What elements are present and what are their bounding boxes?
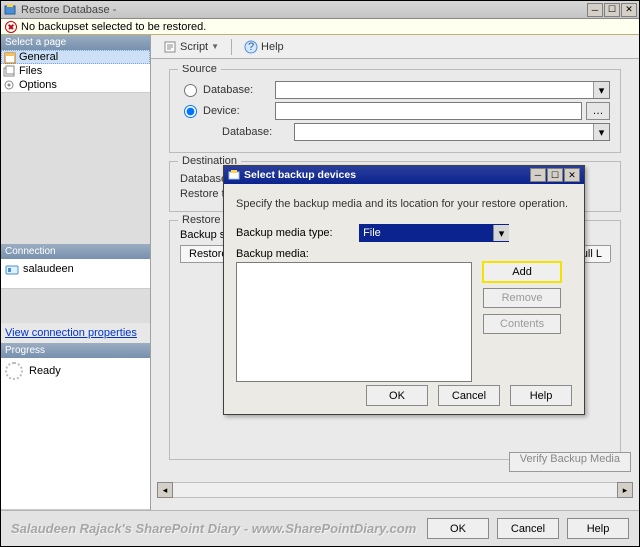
- dialog-titlebar: Select backup devices ─ ☐ ✕: [224, 166, 584, 184]
- help-icon: ?: [244, 40, 258, 54]
- watermark-text: Salaudeen Rajack's SharePoint Diary - ww…: [11, 521, 416, 536]
- app-icon: [3, 3, 17, 17]
- add-button[interactable]: Add: [483, 262, 561, 282]
- source-database-radio[interactable]: [184, 84, 197, 97]
- dialog-ok-button[interactable]: OK: [366, 385, 428, 406]
- chevron-down-icon: ▾: [493, 225, 509, 241]
- scroll-track[interactable]: [173, 482, 617, 498]
- dialog-description: Specify the backup media and its locatio…: [236, 198, 572, 210]
- scroll-right-button[interactable]: ▸: [617, 482, 633, 498]
- toolbar: Script ▼ ? Help: [151, 35, 639, 59]
- horizontal-scrollbar[interactable]: ◂ ▸: [157, 482, 633, 498]
- help-button[interactable]: Help: [567, 518, 629, 539]
- chevron-down-icon: ▼: [211, 42, 219, 51]
- sidebar-item-label: Options: [19, 79, 57, 91]
- backup-media-type-combo[interactable]: File ▾: [359, 224, 509, 242]
- script-button[interactable]: Script ▼: [157, 38, 225, 56]
- backup-media-type-value: File: [363, 227, 381, 239]
- progress-spinner-icon: [5, 362, 23, 380]
- chevron-down-icon: ▾: [593, 82, 609, 98]
- dialog-cancel-button[interactable]: Cancel: [438, 385, 500, 406]
- source-group: Source Database: ▾ Device: … Data: [169, 69, 621, 153]
- dialog-help-button[interactable]: Help: [510, 385, 572, 406]
- sidebar-header-select-page: Select a page: [1, 35, 150, 50]
- chevron-down-icon: ▾: [593, 124, 609, 140]
- window-titlebar: Restore Database - ─ ☐ ✕: [1, 1, 639, 19]
- source-device-radio[interactable]: [184, 105, 197, 118]
- script-label: Script: [180, 41, 208, 53]
- options-icon: [3, 79, 15, 91]
- connection-user: salaudeen: [23, 263, 74, 275]
- maximize-button[interactable]: ☐: [604, 3, 620, 17]
- dialog-close-button[interactable]: ✕: [564, 168, 580, 182]
- source-device-radio-label: Device:: [203, 105, 275, 117]
- select-backup-devices-dialog: Select backup devices ─ ☐ ✕ Specify the …: [223, 165, 585, 415]
- sidebar-header-connection: Connection: [1, 244, 150, 259]
- source-database-combo[interactable]: ▾: [275, 81, 610, 99]
- sidebar: Select a page General Files Options Conn…: [1, 35, 151, 510]
- source-device-text[interactable]: [275, 102, 582, 120]
- source-device-database-label: Database:: [222, 126, 294, 138]
- status-message-text: No backupset selected to be restored.: [21, 21, 206, 33]
- close-button[interactable]: ✕: [621, 3, 637, 17]
- source-device-database-combo[interactable]: ▾: [294, 123, 610, 141]
- page-icon: [4, 52, 16, 64]
- sidebar-header-progress: Progress: [1, 343, 150, 358]
- status-message-bar: No backupset selected to be restored.: [1, 19, 639, 35]
- backup-media-label: Backup media:: [236, 248, 572, 260]
- help-button[interactable]: ? Help: [238, 38, 290, 56]
- cancel-button[interactable]: Cancel: [497, 518, 559, 539]
- svg-text:?: ?: [248, 41, 254, 53]
- script-icon: [163, 40, 177, 54]
- source-device-browse-button[interactable]: …: [586, 102, 610, 120]
- dialog-minimize-button[interactable]: ─: [530, 168, 546, 182]
- sidebar-item-options[interactable]: Options: [1, 78, 150, 92]
- view-connection-properties-link[interactable]: View connection properties: [1, 323, 150, 343]
- scroll-left-button[interactable]: ◂: [157, 482, 173, 498]
- sidebar-item-general[interactable]: General: [1, 50, 150, 64]
- window-title: Restore Database -: [21, 4, 586, 16]
- backup-media-type-label: Backup media type:: [236, 227, 356, 239]
- source-legend: Source: [178, 65, 221, 75]
- source-database-radio-label: Database:: [203, 84, 275, 96]
- contents-button[interactable]: Contents: [483, 314, 561, 334]
- dialog-maximize-button[interactable]: ☐: [547, 168, 563, 182]
- remove-button[interactable]: Remove: [483, 288, 561, 308]
- dialog-icon: [228, 169, 240, 181]
- server-icon: [5, 262, 19, 276]
- minimize-button[interactable]: ─: [587, 3, 603, 17]
- toolbar-divider: [231, 39, 232, 55]
- backup-media-listbox[interactable]: [236, 262, 472, 382]
- progress-status-text: Ready: [29, 365, 61, 377]
- help-label: Help: [261, 41, 284, 53]
- sidebar-item-label: Files: [19, 65, 42, 77]
- sidebar-item-files[interactable]: Files: [1, 64, 150, 78]
- dialog-title: Select backup devices: [244, 169, 529, 181]
- sidebar-item-label: General: [19, 51, 58, 63]
- error-icon: [5, 21, 17, 33]
- ok-button[interactable]: OK: [427, 518, 489, 539]
- verify-backup-media-button[interactable]: Verify Backup Media: [509, 452, 631, 472]
- files-icon: [3, 65, 15, 77]
